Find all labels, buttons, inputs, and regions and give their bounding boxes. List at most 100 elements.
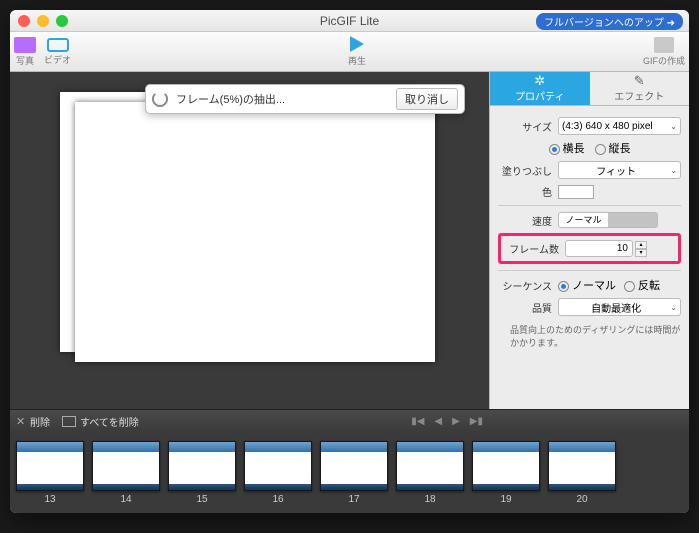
frame-number: 19 <box>500 494 511 505</box>
preview-canvas-front <box>75 102 435 362</box>
portrait-radio[interactable]: 縦長 <box>595 140 631 156</box>
create-label: GIFの作成 <box>643 54 685 67</box>
photo-label: 写真 <box>16 54 34 67</box>
divider <box>498 205 681 206</box>
frame-number: 15 <box>196 494 207 505</box>
delete-all-button[interactable]: すべてを削除 <box>62 414 139 429</box>
video-button[interactable]: ビデオ <box>44 38 71 66</box>
sidebar-tabs: ✲ プロパティ ✎ エフェクト <box>490 72 689 106</box>
chevron-down-icon: ⌄ <box>670 166 677 175</box>
delete-button[interactable]: ✕ 削除 <box>16 414 50 429</box>
frames-label: フレーム数 <box>505 241 559 256</box>
chevron-down-icon: ⌄ <box>670 303 677 312</box>
frame-number: 18 <box>424 494 435 505</box>
gear-icon: ✲ <box>534 74 545 87</box>
properties-panel: サイズ (4:3) 640 x 480 pixel ⌄ 横長 縦長 塗りつぶし … <box>490 106 689 355</box>
video-label: ビデオ <box>44 53 71 66</box>
gif-icon <box>654 37 674 53</box>
speed-normal: ノーマル <box>559 213 608 227</box>
next-frame-button[interactable]: ▶ <box>452 416 460 427</box>
speed-other <box>608 213 657 227</box>
photo-icon <box>14 37 36 53</box>
tab-properties[interactable]: ✲ プロパティ <box>490 72 590 106</box>
frames-icon <box>62 416 76 427</box>
frame-thumbnail <box>168 441 236 491</box>
sidebar: ✲ プロパティ ✎ エフェクト サイズ (4:3) 640 x 480 pixe… <box>489 72 689 409</box>
color-label: 色 <box>498 184 552 199</box>
frame-item[interactable]: 16 <box>244 441 312 505</box>
size-select[interactable]: (4:3) 640 x 480 pixel ⌄ <box>558 117 681 135</box>
x-icon: ✕ <box>16 417 26 427</box>
fill-label: 塗りつぶし <box>498 163 552 178</box>
frame-number: 13 <box>44 494 55 505</box>
photo-button[interactable]: 写真 <box>14 37 36 67</box>
tab-effects-label: エフェクト <box>614 88 664 103</box>
video-icon <box>47 38 69 52</box>
frame-thumbnail <box>472 441 540 491</box>
upgrade-button[interactable]: フルバージョンへのアップ ➜ <box>536 13 683 30</box>
frame-thumbnail <box>244 441 312 491</box>
spinner-icon <box>152 91 168 107</box>
first-frame-button[interactable]: ▮◀ <box>411 416 424 427</box>
cancel-button[interactable]: 取り消し <box>396 88 458 110</box>
maximize-icon[interactable] <box>56 15 68 27</box>
speed-label: 速度 <box>498 213 552 228</box>
delete-label: 削除 <box>30 414 50 429</box>
chevron-down-icon: ⌄ <box>670 122 677 131</box>
frame-number: 20 <box>576 494 587 505</box>
fill-select[interactable]: フィット ⌄ <box>558 161 681 179</box>
prev-frame-button[interactable]: ◀ <box>434 416 442 427</box>
titlebar: PicGIF Lite フルバージョンへのアップ ➜ <box>10 10 689 32</box>
play-button[interactable]: 再生 <box>348 36 366 67</box>
quality-value: 自動最適化 <box>591 300 641 315</box>
tab-effects[interactable]: ✎ エフェクト <box>590 72 690 106</box>
toolbar: 写真 ビデオ 再生 GIFの作成 <box>10 32 689 72</box>
delete-all-label: すべてを削除 <box>80 414 139 429</box>
frames-stepper[interactable]: ▴▾ <box>565 240 647 257</box>
quality-label: 品質 <box>498 300 552 315</box>
color-swatch[interactable] <box>558 185 594 199</box>
progress-text: フレーム(5%)の抽出... <box>176 91 396 107</box>
frame-item[interactable]: 18 <box>396 441 464 505</box>
sequence-label: シーケンス <box>498 278 552 293</box>
frame-number: 16 <box>272 494 283 505</box>
last-frame-button[interactable]: ▶▮ <box>470 416 483 427</box>
frame-item[interactable]: 20 <box>548 441 616 505</box>
landscape-radio[interactable]: 横長 <box>549 140 585 156</box>
progress-dialog: フレーム(5%)の抽出... 取り消し <box>145 84 465 114</box>
close-icon[interactable] <box>18 15 30 27</box>
frame-thumbnail <box>92 441 160 491</box>
timeline[interactable]: 13 14 15 16 17 18 19 20 <box>10 433 689 513</box>
preview-area: フレーム(5%)の抽出... 取り消し <box>10 72 489 409</box>
create-gif-button[interactable]: GIFの作成 <box>643 37 685 67</box>
speed-segment[interactable]: ノーマル <box>558 212 658 228</box>
divider <box>498 270 681 271</box>
frame-item[interactable]: 14 <box>92 441 160 505</box>
frame-number: 14 <box>120 494 131 505</box>
frame-thumbnail <box>16 441 84 491</box>
frame-thumbnail <box>320 441 388 491</box>
frames-input[interactable] <box>565 240 633 257</box>
frame-number: 17 <box>348 494 359 505</box>
frame-item[interactable]: 19 <box>472 441 540 505</box>
frame-item[interactable]: 17 <box>320 441 388 505</box>
stepper-buttons[interactable]: ▴▾ <box>635 241 647 257</box>
minimize-icon[interactable] <box>37 15 49 27</box>
size-value: (4:3) 640 x 480 pixel <box>562 121 653 132</box>
content: フレーム(5%)の抽出... 取り消し ✲ プロパティ ✎ エフェクト サイズ <box>10 72 689 409</box>
quality-select[interactable]: 自動最適化 ⌄ <box>558 298 681 316</box>
playback-controls: ▮◀ ◀ ▶ ▶▮ <box>411 416 483 427</box>
seq-normal-radio[interactable]: ノーマル <box>558 277 616 293</box>
frames-highlight: フレーム数 ▴▾ <box>498 233 681 264</box>
quality-note: 品質向上のためのディザリングには時間がかかります。 <box>498 321 681 349</box>
frame-thumbnail <box>548 441 616 491</box>
frame-item[interactable]: 13 <box>16 441 84 505</box>
app-window: PicGIF Lite フルバージョンへのアップ ➜ 写真 ビデオ 再生 GIF… <box>10 10 689 513</box>
wand-icon: ✎ <box>634 74 645 87</box>
timeline-toolbar: ✕ 削除 すべてを削除 ▮◀ ◀ ▶ ▶▮ <box>10 409 689 433</box>
frame-item[interactable]: 15 <box>168 441 236 505</box>
size-label: サイズ <box>498 119 552 134</box>
play-label: 再生 <box>348 54 366 67</box>
seq-reverse-radio[interactable]: 反転 <box>624 277 660 293</box>
tab-properties-label: プロパティ <box>515 88 564 103</box>
